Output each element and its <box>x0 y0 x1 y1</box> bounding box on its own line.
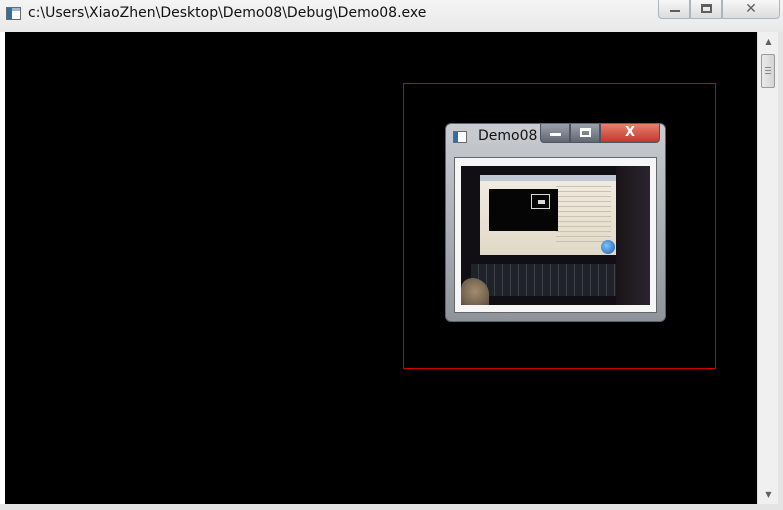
minimize-icon <box>670 10 680 12</box>
demo08-maximize-button[interactable] <box>570 124 600 143</box>
demo08-close-button[interactable]: X <box>600 124 660 143</box>
close-icon: X <box>624 125 636 140</box>
app-icon <box>6 7 21 20</box>
maximize-icon <box>701 4 712 13</box>
close-button[interactable]: ✕ <box>722 0 780 19</box>
demo08-window[interactable]: Demo08 X <box>445 123 666 322</box>
demo08-client-area <box>454 157 657 313</box>
window-frame-bottom <box>0 504 783 510</box>
window-frame-right <box>778 32 783 504</box>
demo08-app-icon <box>453 131 467 143</box>
camera-screen-menubar <box>480 175 616 181</box>
window-title: c:\Users\XiaoZhen\Desktop\Demo08\Debug\D… <box>28 5 427 21</box>
camera-image <box>461 166 650 305</box>
camera-globe-icon <box>601 240 615 254</box>
camera-screen-code <box>556 186 611 246</box>
maximize-button[interactable] <box>690 0 722 19</box>
camera-dark-edge <box>616 166 650 305</box>
camera-keyboard <box>471 264 621 296</box>
demo08-minimize-button[interactable] <box>540 124 570 143</box>
demo08-title: Demo08 <box>478 128 538 144</box>
scrollbar-thumb[interactable] <box>761 54 775 88</box>
scroll-down-arrow-icon[interactable]: ▼ <box>760 486 777 503</box>
scroll-up-arrow-icon[interactable]: ▲ <box>760 33 777 50</box>
close-icon: ✕ <box>745 1 757 17</box>
maximize-icon <box>580 128 591 137</box>
camera-inner-window <box>531 194 550 209</box>
minimize-button[interactable] <box>658 0 690 19</box>
vertical-scrollbar[interactable]: ▲ ▼ <box>757 32 778 504</box>
minimize-icon <box>550 133 561 136</box>
